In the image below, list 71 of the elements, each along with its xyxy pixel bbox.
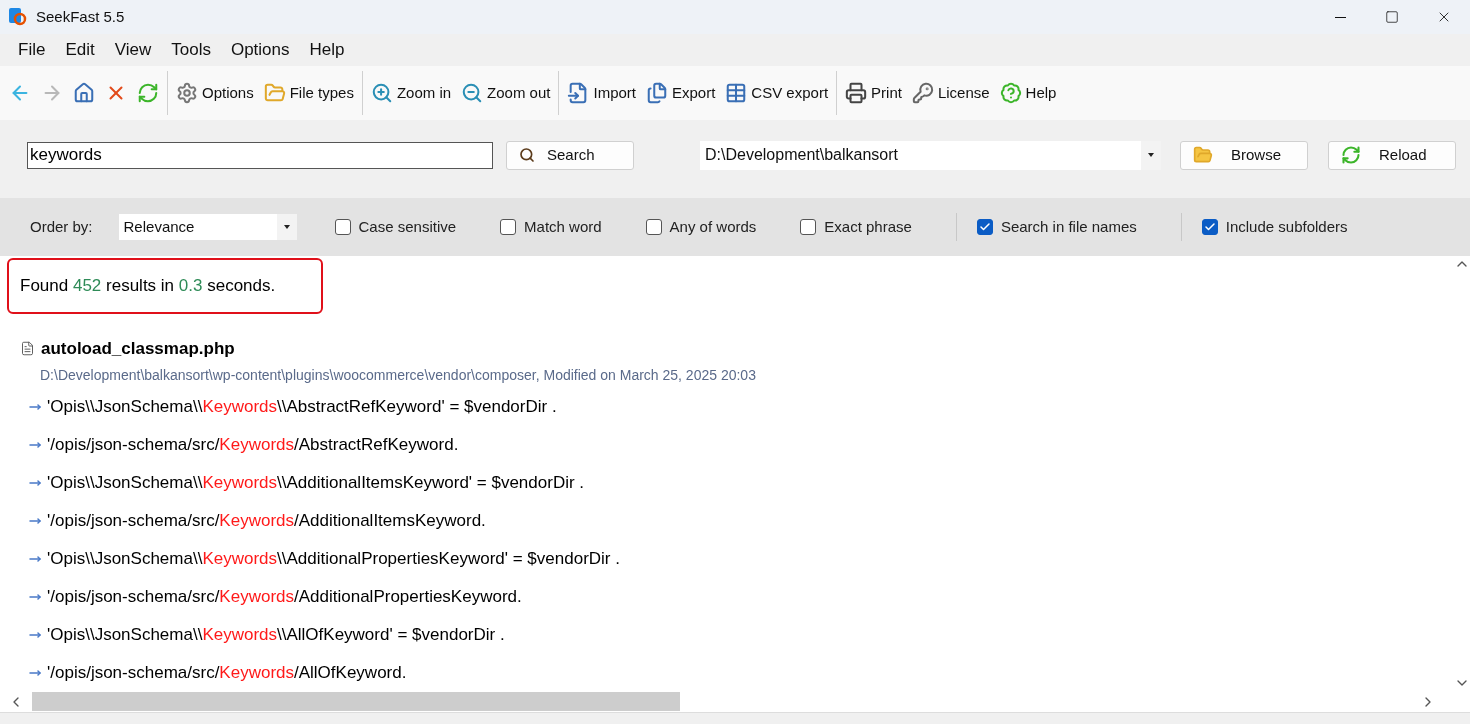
help-icon [999,82,1022,104]
checkmark-icon [978,221,991,233]
match-line[interactable]: 'Opis\\JsonSchema\\Keywords\\AbstractRefKeyword' = $vendorDir . [47,394,557,420]
order-by-dropdown[interactable]: Relevance [118,214,297,240]
arrow-icon [29,629,41,641]
zoom-out-icon [461,82,484,104]
menu-item[interactable]: File [8,37,56,63]
match-line[interactable]: '/opis/json-schema/src/Keywords/AdditionalPropertiesKeyword. [47,584,522,610]
folder-dropdown[interactable]: D:\Development\balkansort [700,140,1161,170]
key-icon [911,82,934,104]
minimize-icon [1334,16,1346,18]
settings-icon [176,82,198,104]
checkbox[interactable]: Any of words [645,215,757,239]
refresh-icon [137,82,159,104]
zoom-in-icon [370,82,393,104]
match-line[interactable]: 'Opis\\JsonSchema\\Keywords\\AdditionalPropertiesKeyword' = $vendorDir . [47,546,620,572]
match-line[interactable]: 'Opis\\JsonSchema\\Keywords\\AllOfKeyword' = $vendorDir . [47,622,505,648]
menu-item[interactable]: Edit [55,37,105,63]
app-logo-icon [8,7,28,27]
match-line[interactable]: '/opis/json-schema/src/Keywords/AbstractRefKeyword. [47,432,459,458]
checkmark-icon [1203,221,1216,233]
printer-icon [845,82,868,104]
folder-icon [263,82,286,104]
checkbox[interactable]: Include subfolders [1201,215,1348,239]
refresh-icon [1341,145,1361,165]
order-by-label: Order by: [30,216,93,237]
arrow-icon [29,477,41,489]
toolbar-button[interactable]: Print [840,73,907,113]
match-line[interactable]: '/opis/json-schema/src/Keywords/AllOfKeyword. [47,660,407,686]
menu-item[interactable]: Options [220,37,300,63]
toolbar-button[interactable]: License [906,73,995,113]
toolbar-button[interactable]: CSV export [720,73,834,113]
browse-button[interactable]: Browse [1180,140,1308,170]
search-field[interactable]: keywords [27,141,493,169]
checkbox[interactable]: Case sensitive [334,215,457,239]
toolbar-button[interactable]: Import [562,73,641,113]
file-path: D:\Development\balkansort\wp-content\plugins\woocommerce\vendor\composer, Modified on March 25, 2025 20:03 [40,365,757,385]
arrow-icon [29,667,41,679]
reload-button[interactable]: Reload [1328,140,1456,170]
match-line[interactable]: '/opis/json-schema/src/Keywords/AdditionalItemsKeyword. [47,508,486,534]
home-icon [73,82,95,104]
dropdown-caret-icon [276,214,297,240]
file-icon [20,341,35,357]
menu-item[interactable]: Tools [161,37,221,63]
toolbar-button[interactable]: Zoom out [456,73,556,113]
menu-item[interactable]: Help [299,37,355,63]
toolbar-button[interactable]: Export [641,73,721,113]
export-icon [646,82,668,104]
arrow-icon [29,515,41,527]
menu-item[interactable]: View [104,37,162,63]
scrollbar-thumb[interactable] [32,692,680,711]
toolbar-button[interactable]: File types [258,73,359,113]
arrow-icon [29,439,41,451]
search-button[interactable]: Search [506,140,634,170]
arrow-icon [29,401,41,413]
file-name[interactable]: autoload_classmap.php [41,336,235,362]
checkbox[interactable]: Search in file names [976,215,1137,239]
folder-icon [1193,145,1213,165]
table-icon [725,82,748,104]
search-icon [519,147,535,163]
checkbox[interactable]: Match word [500,215,602,239]
toolbar-button[interactable]: Zoom in [365,73,457,113]
maximize-icon [1385,10,1399,24]
toolbar-button[interactable]: Options [171,73,259,113]
results-summary: Found 452 results in 0.3 seconds. [7,258,323,314]
window-title: SeekFast 5.5 [36,6,125,27]
checkbox[interactable]: Exact phrase [800,215,912,239]
arrow-icon [29,553,41,565]
toolbar-button[interactable]: Help [994,73,1062,113]
arrow-icon [29,591,41,603]
match-line[interactable]: 'Opis\\JsonSchema\\Keywords\\AdditionalItemsKeyword' = $vendorDir . [47,470,585,496]
